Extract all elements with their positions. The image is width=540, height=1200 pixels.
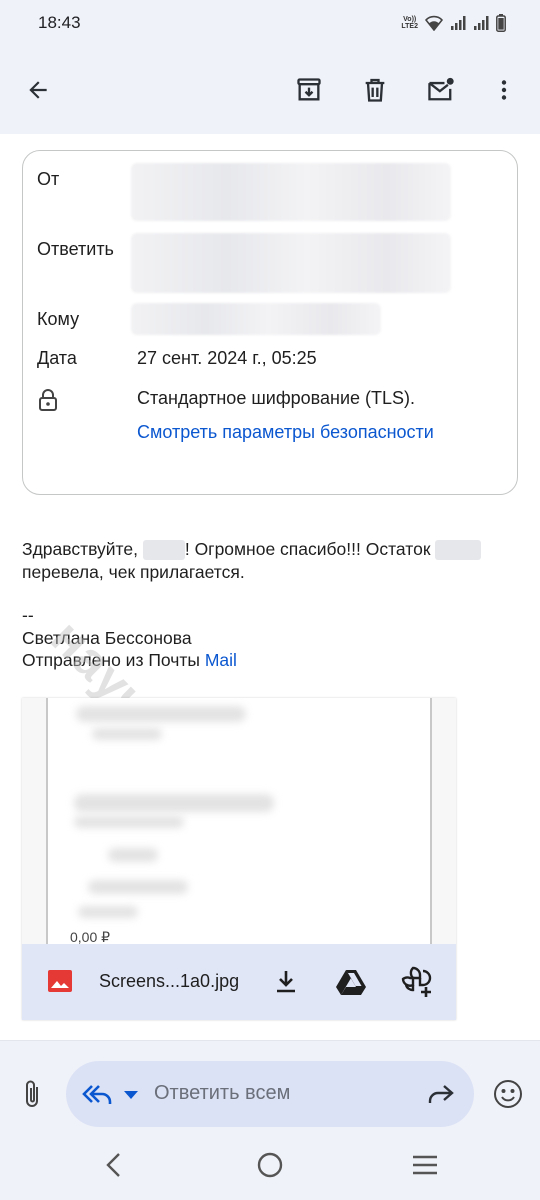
reply-to-label: Ответить — [37, 239, 114, 259]
message-line-2: перевела, чек прилагается. — [22, 562, 245, 582]
attach-icon — [26, 1080, 38, 1107]
image-file-icon — [48, 970, 72, 992]
signature-name: Светлана Бессонова — [22, 628, 192, 648]
more-vert-icon — [501, 80, 507, 100]
download-icon — [277, 971, 295, 993]
attachment-file-name[interactable]: Screens...1a0.jpg — [99, 971, 239, 992]
emoji-icon — [494, 1080, 522, 1108]
nav-recents-icon — [413, 1155, 437, 1175]
signal-1-icon — [451, 16, 466, 30]
bottom-reply-area: Ответить всем — [0, 1040, 540, 1200]
wifi-icon — [425, 15, 443, 31]
security-details-link[interactable]: Смотреть параметры безопасности — [137, 422, 434, 443]
sent-from-line: Отправлено из Почты Mail — [22, 650, 237, 670]
delete-button[interactable] — [351, 66, 399, 114]
message-body: Здравствуйте, ! Огромное спасибо!!! Оста… — [22, 538, 522, 584]
from-value-redacted — [131, 163, 451, 221]
back-button[interactable] — [14, 66, 62, 114]
nav-home-button[interactable] — [246, 1141, 294, 1189]
nav-recents-button[interactable] — [401, 1141, 449, 1189]
reply-all-field[interactable]: Ответить всем — [66, 1061, 474, 1127]
add-to-photos-icon — [401, 966, 432, 997]
redacted-name — [142, 540, 185, 561]
archive-icon — [297, 78, 321, 101]
nav-back-icon — [106, 1153, 120, 1177]
reply-placeholder: Ответить всем — [154, 1082, 291, 1104]
battery-icon — [496, 14, 506, 32]
top-app-bar — [0, 46, 540, 134]
mail-link[interactable]: Mail — [205, 650, 237, 670]
trash-icon — [365, 78, 385, 102]
archive-button[interactable] — [285, 66, 333, 114]
status-icons: Vo)) LTE2 — [401, 13, 506, 33]
volte-icon: Vo)) LTE2 — [401, 16, 418, 30]
signature-separator: -- — [22, 605, 34, 625]
preview-image — [46, 698, 432, 944]
date-value: 27 сент. 2024 г., 05:25 — [137, 348, 317, 368]
add-to-photos-button[interactable] — [395, 960, 439, 1004]
forward-icon[interactable] — [426, 1084, 454, 1104]
attachment-preview[interactable]: 0,00 ₽ — [22, 698, 456, 945]
nav-home-icon — [257, 1152, 283, 1178]
more-options-button[interactable] — [480, 66, 528, 114]
download-button[interactable] — [264, 960, 308, 1004]
nav-back-button[interactable] — [90, 1141, 138, 1189]
attachment-footer: Screens...1a0.jpg — [22, 944, 456, 1020]
status-bar: 18:43 Vo)) LTE2 — [0, 0, 540, 46]
date-label: Дата — [37, 348, 77, 368]
lock-icon — [39, 389, 57, 411]
redacted-amount — [435, 540, 482, 561]
attach-button[interactable] — [10, 1072, 54, 1116]
emoji-button[interactable] — [486, 1072, 530, 1116]
to-value-redacted — [131, 303, 381, 335]
message-line-1: Здравствуйте, ! Огромное спасибо!!! Оста… — [22, 538, 522, 561]
from-label: От — [37, 169, 60, 189]
signal-2-icon — [474, 16, 489, 30]
encryption-text: Стандартное шифрование (TLS). — [137, 388, 416, 408]
drive-icon — [336, 970, 366, 995]
mark-unread-button[interactable] — [417, 66, 465, 114]
back-arrow-icon — [29, 81, 47, 99]
status-time: 18:43 — [38, 13, 81, 32]
mark-unread-icon — [428, 77, 454, 101]
attachment-card[interactable]: 0,00 ₽ Screens...1a0.jpg — [22, 698, 456, 1020]
save-to-drive-button[interactable] — [329, 960, 373, 1004]
reply-all-icon[interactable] — [82, 1082, 112, 1106]
dropdown-icon[interactable] — [124, 1091, 138, 1099]
to-label: Кому — [37, 309, 80, 329]
reply-to-value-redacted — [131, 233, 451, 293]
email-details-card: От Ответить Кому Дата 27 сент. 2024 г., … — [22, 150, 518, 495]
